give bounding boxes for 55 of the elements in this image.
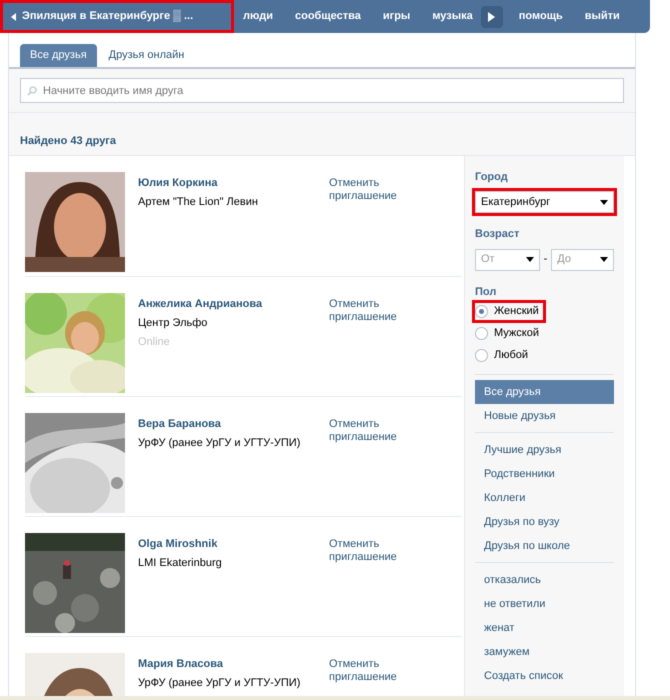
back-link-label: Эпиляция в Екатеринбурге ▒ ... bbox=[22, 8, 194, 24]
gender-radio[interactable]: Мужской bbox=[475, 325, 543, 342]
menu-link[interactable]: сообщества bbox=[294, 8, 361, 25]
friend-name[interactable]: Вера Баранова bbox=[138, 418, 329, 430]
friend-list-item[interactable]: Друзья по вузу bbox=[475, 510, 614, 534]
cancel-invite-link[interactable]: Отменить приглашение bbox=[329, 172, 419, 256]
friend-info: УрФУ (ранее УрГУ и УГТУ-УПИ) bbox=[138, 676, 302, 690]
found-count: Найдено 43 друга bbox=[20, 135, 116, 147]
city-select[interactable]: Екатеринбург bbox=[475, 191, 614, 213]
gender-label: Пол bbox=[475, 284, 498, 300]
friend-info: УрФУ (ранее УрГУ и УГТУ-УПИ) bbox=[138, 436, 302, 450]
friend-list-item[interactable]: не ответили bbox=[475, 592, 614, 616]
friend-list-item[interactable]: отказались bbox=[475, 568, 614, 592]
search-field[interactable]: Начните вводить имя друга bbox=[20, 78, 624, 103]
gender-radio[interactable]: Женский bbox=[475, 303, 543, 320]
more-button[interactable] bbox=[480, 6, 503, 28]
menu-link[interactable]: люди bbox=[243, 8, 273, 25]
friend-list-item[interactable]: Лучшие друзья bbox=[475, 438, 614, 462]
back-link[interactable]: Эпиляция в Екатеринбурге ▒ ... bbox=[3, 3, 231, 30]
friend-name[interactable]: Мария Власова bbox=[138, 658, 329, 670]
menu-link[interactable]: музыка bbox=[432, 8, 473, 25]
cancel-invite-link[interactable]: Отменить приглашение bbox=[329, 652, 419, 700]
friend-list-item[interactable]: Создать список bbox=[475, 664, 614, 688]
search-icon bbox=[27, 86, 37, 96]
cancel-invite-link[interactable]: Отменить приглашение bbox=[329, 412, 419, 496]
age-separator: - bbox=[544, 252, 548, 268]
friend-list-item[interactable]: женат bbox=[475, 616, 614, 640]
friend-info: Артем "The Lion" Левин bbox=[138, 196, 259, 208]
friend-list-item[interactable]: замужем bbox=[475, 640, 614, 664]
friend-list-item[interactable]: Родственники bbox=[475, 462, 614, 486]
friend-list-item[interactable]: Все друзья bbox=[475, 380, 614, 404]
play-icon bbox=[488, 12, 496, 22]
menu-link[interactable]: выйти bbox=[584, 8, 620, 25]
age-label: Возраст bbox=[475, 227, 520, 242]
tab[interactable]: Все друзья bbox=[20, 44, 97, 67]
friend-list-item[interactable]: Новые друзья bbox=[475, 404, 614, 428]
back-arrow-icon bbox=[11, 12, 16, 20]
caret-icon bbox=[526, 257, 534, 262]
tab[interactable]: Друзья онлайн bbox=[98, 44, 194, 67]
friend-list-item[interactable]: Друзья по школе bbox=[475, 534, 614, 558]
friend-name[interactable]: Olga Miroshnik bbox=[138, 538, 329, 550]
caret-icon bbox=[600, 200, 608, 204]
cancel-invite-link[interactable]: Отменить приглашение bbox=[329, 532, 419, 616]
friend-name[interactable]: Анжелика Андрианова bbox=[138, 298, 329, 310]
menu-link[interactable]: помощь bbox=[518, 8, 563, 25]
cancel-invite-link[interactable]: Отменить приглашение bbox=[329, 292, 419, 376]
friend-list-item[interactable]: Коллеги bbox=[475, 486, 614, 510]
gender-radio[interactable]: Любой bbox=[475, 347, 532, 364]
friend-name[interactable]: Юлия Коркина bbox=[138, 176, 329, 190]
caret-icon bbox=[600, 257, 608, 262]
friend-info: LMI Ekaterinburg bbox=[138, 556, 223, 570]
online-status: Online bbox=[138, 336, 171, 348]
friend-info: Центр Эльфо bbox=[138, 316, 208, 330]
menu-link[interactable]: игры bbox=[382, 8, 410, 25]
city-label: Город bbox=[475, 170, 509, 184]
